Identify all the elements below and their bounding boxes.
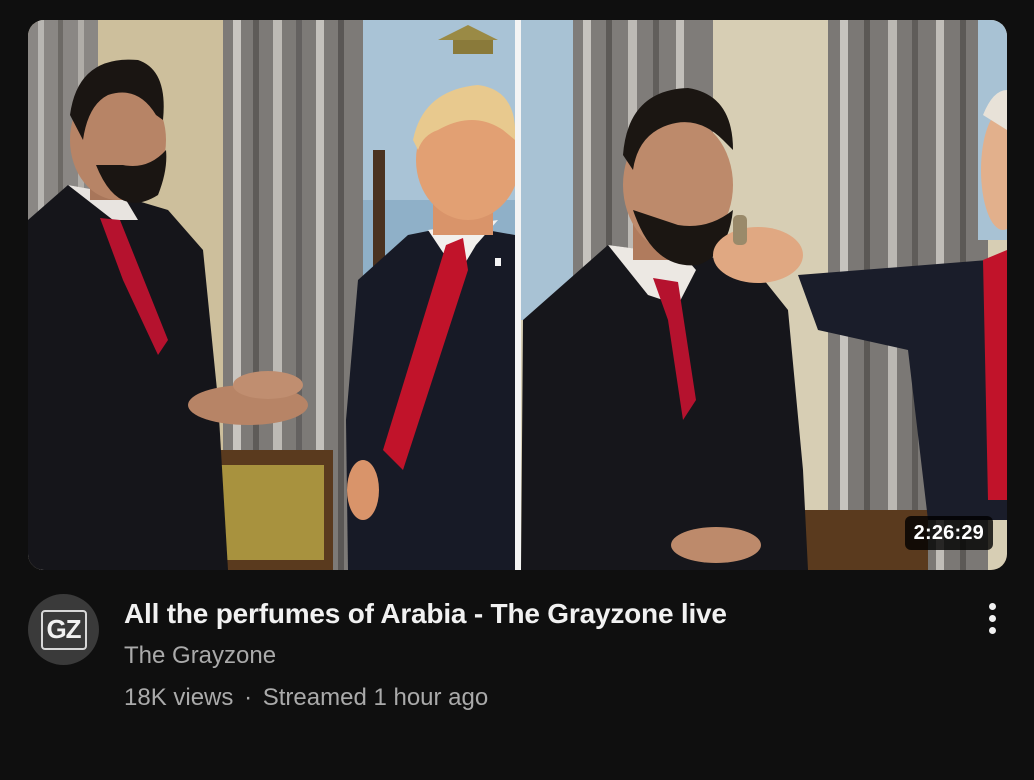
stats-separator: ·: [244, 684, 253, 711]
menu-dot: [988, 602, 996, 610]
channel-logo: GZ: [40, 609, 87, 650]
thumbnail-image: [28, 20, 1007, 570]
duration-badge: 2:26:29: [904, 516, 993, 550]
video-title[interactable]: All the perfumes of Arabia - The Grayzon…: [124, 596, 944, 632]
channel-avatar[interactable]: GZ: [28, 594, 99, 665]
video-card: 2:26:29 GZ All the perfumes of Arabia - …: [0, 0, 1034, 780]
streamed-time: Streamed 1 hour ago: [262, 684, 489, 711]
channel-name[interactable]: The Grayzone: [124, 640, 276, 672]
menu-dot: [988, 614, 996, 622]
view-count: 18K views: [124, 684, 234, 711]
menu-dot: [988, 626, 996, 634]
more-vertical-icon[interactable]: [976, 598, 1008, 638]
video-meta: All the perfumes of Arabia - The Grayzon…: [124, 596, 944, 714]
video-thumbnail[interactable]: 2:26:29: [28, 20, 1007, 570]
video-stats: 18K views · Streamed 1 hour ago: [124, 682, 944, 714]
